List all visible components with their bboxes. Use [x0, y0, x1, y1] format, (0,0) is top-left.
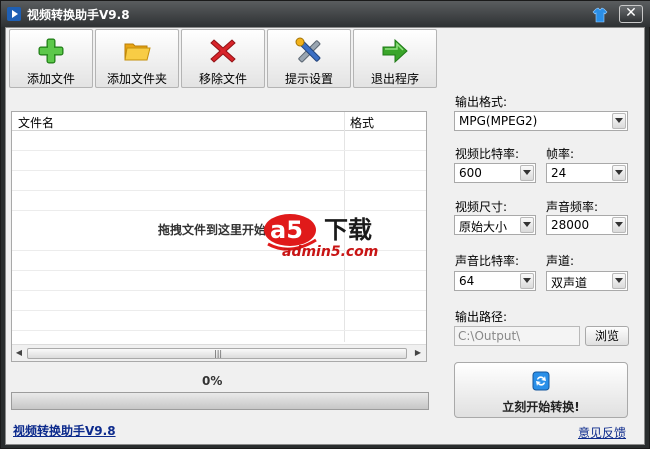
- remove-file-label: 移除文件: [198, 72, 247, 86]
- start-convert-button[interactable]: 立刻开始转换!: [454, 362, 628, 418]
- exit-label: 退出程序: [370, 72, 419, 86]
- browse-button[interactable]: 浏览: [585, 326, 629, 346]
- grid-line: [12, 330, 426, 331]
- chevron-down-icon[interactable]: [612, 217, 626, 233]
- column-header-filename[interactable]: 文件名: [18, 114, 54, 131]
- scroll-left-icon[interactable]: ◀: [13, 347, 25, 359]
- convert-refresh-icon: [532, 371, 550, 391]
- chevron-down-icon[interactable]: [612, 273, 626, 289]
- svg-text:a5: a5: [270, 216, 303, 244]
- exit-button[interactable]: 退出程序: [353, 29, 437, 88]
- audio-bitrate-value: 64: [459, 274, 475, 288]
- channels-select[interactable]: 双声道: [546, 271, 628, 291]
- tools-icon: [295, 37, 321, 63]
- close-icon: ✕: [625, 5, 637, 21]
- frame-rate-label: 帧率:: [546, 147, 575, 161]
- chevron-down-icon[interactable]: [520, 165, 534, 181]
- start-convert-label: 立刻开始转换!: [502, 400, 580, 414]
- arrow-right-icon: [382, 38, 408, 64]
- grid-line: [12, 170, 426, 171]
- chevron-down-icon[interactable]: [612, 165, 626, 181]
- channels-value: 双声道: [551, 276, 588, 290]
- skin-shirt-icon[interactable]: [592, 7, 608, 23]
- svg-text:admin5.com: admin5.com: [282, 244, 378, 260]
- settings-label: 提示设置: [284, 72, 333, 86]
- channels-label: 声道:: [546, 254, 575, 268]
- output-format-value: MPG(MPEG2): [459, 114, 538, 128]
- add-file-button[interactable]: 添加文件: [9, 29, 93, 88]
- audio-rate-select[interactable]: 28000: [546, 215, 628, 235]
- audio-bitrate-select[interactable]: 64: [454, 271, 536, 291]
- drop-hint: 拖拽文件到这里开始: [158, 223, 267, 237]
- admin5-watermark-logo: a5 下载 admin5.com: [264, 214, 378, 260]
- chevron-down-icon[interactable]: [612, 113, 626, 129]
- frame-rate-value: 24: [551, 166, 567, 180]
- grid-line: [12, 310, 426, 311]
- chevron-down-icon[interactable]: [520, 273, 534, 289]
- title-bar[interactable]: 视频转换助手V9.8 ✕: [1, 1, 650, 27]
- frame-rate-select[interactable]: 24: [546, 163, 628, 183]
- video-size-label: 视频尺寸:: [455, 200, 508, 214]
- output-path-field[interactable]: [454, 326, 580, 346]
- file-list-header: 文件名 格式: [12, 112, 426, 131]
- settings-button[interactable]: 提示设置: [267, 29, 351, 88]
- scroll-right-icon[interactable]: ▶: [412, 347, 424, 359]
- main-panel: 添加文件 添加文件夹 移除文件 提示设置 退出程序 文件名 格式 拖拽文件到这里…: [5, 27, 645, 445]
- add-file-label: 添加文件: [26, 72, 75, 86]
- feedback-link[interactable]: 意见反馈: [578, 424, 626, 441]
- horizontal-scrollbar[interactable]: ◀ ||| ▶: [12, 344, 426, 361]
- remove-file-button[interactable]: 移除文件: [181, 29, 265, 88]
- grid-line: [12, 150, 426, 151]
- audio-rate-label: 声音频率:: [546, 200, 599, 214]
- app-icon: [7, 7, 21, 21]
- add-folder-button[interactable]: 添加文件夹: [95, 29, 179, 88]
- video-size-value: 原始大小: [459, 220, 508, 234]
- remove-x-icon: [210, 39, 236, 63]
- progress-percent: 0%: [202, 374, 223, 388]
- close-button[interactable]: ✕: [619, 5, 643, 23]
- output-format-label: 输出格式:: [455, 95, 508, 109]
- output-path-input[interactable]: [458, 328, 578, 344]
- grid-line: [12, 270, 426, 271]
- column-header-format[interactable]: 格式: [350, 114, 374, 131]
- video-bitrate-label: 视频比特率:: [455, 147, 520, 161]
- video-bitrate-value: 600: [459, 166, 482, 180]
- video-bitrate-select[interactable]: 600: [454, 163, 536, 183]
- output-format-select[interactable]: MPG(MPEG2): [454, 111, 628, 131]
- progress-bar: [11, 392, 429, 410]
- plus-icon: [38, 38, 64, 64]
- grid-line: [12, 290, 426, 291]
- add-folder-label: 添加文件夹: [106, 72, 167, 86]
- folder-icon: [124, 43, 151, 61]
- scroll-thumb[interactable]: |||: [27, 348, 407, 359]
- output-path-label: 输出路径:: [455, 310, 508, 324]
- app-name-link[interactable]: 视频转换助手V9.8: [13, 422, 116, 439]
- chevron-down-icon[interactable]: [520, 217, 534, 233]
- audio-bitrate-label: 声音比特率:: [455, 254, 520, 268]
- scroll-grip-icon: |||: [214, 349, 223, 358]
- grid-line: [12, 190, 426, 191]
- svg-text:下载: 下载: [324, 216, 372, 244]
- window-title: 视频转换助手V9.8: [27, 8, 130, 22]
- app-window: 视频转换助手V9.8 ✕ 添加文件 添加文件夹 移除文件 提示设置 退出程序 文…: [0, 0, 650, 449]
- audio-rate-value: 28000: [551, 218, 590, 232]
- video-size-select[interactable]: 原始大小: [454, 215, 536, 235]
